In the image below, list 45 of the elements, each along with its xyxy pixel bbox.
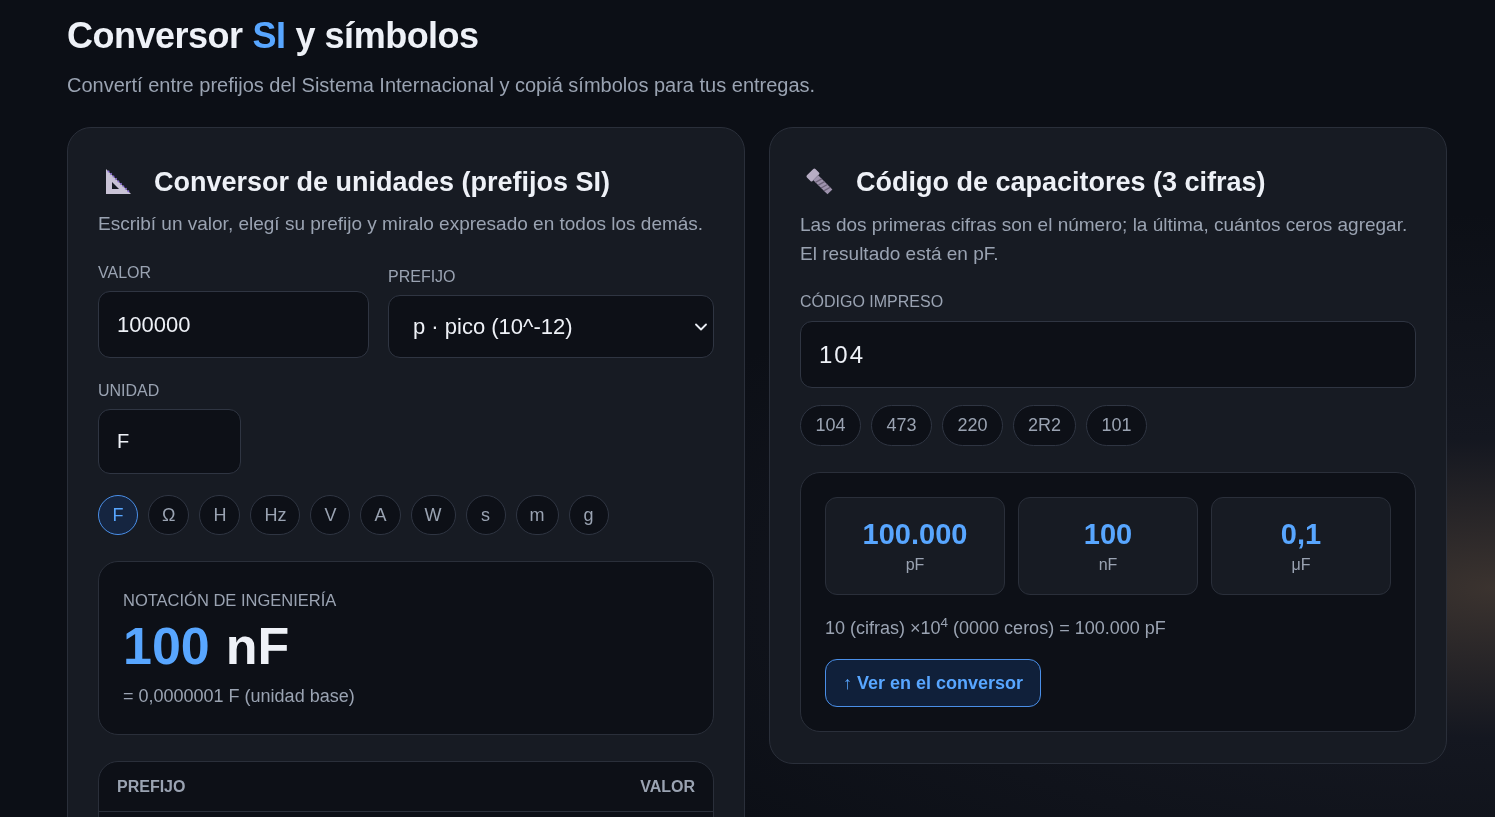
page-title: Conversor SI y símbolos xyxy=(67,14,480,58)
result-unit: pF xyxy=(905,555,925,575)
view-in-converter-button[interactable]: ↑ Ver en el conversor xyxy=(825,659,1042,707)
engineering-unit: nF xyxy=(225,616,290,676)
result-value: 0,1 xyxy=(1280,517,1322,551)
column-header: PREFIJO xyxy=(117,776,186,797)
result-value: 100 xyxy=(1083,517,1133,551)
field-label: PREFIJO xyxy=(388,267,457,287)
result-value: 100.000 xyxy=(862,517,968,551)
field-label: CÓDIGO IMPRESO xyxy=(800,292,945,312)
card-title: Código de capacitores (3 cifras) xyxy=(856,166,1266,198)
card-description: Las dos primeras cifras son el número; la última, cuántos ceros agregar. El resultado está en pF. xyxy=(800,213,1409,266)
formula-text: 10 (cifras) ×10$^{4}$ (0000 ceros) = 100.000 pF xyxy=(825,616,1167,640)
unit-chip[interactable]: m xyxy=(515,495,559,535)
example-code-chip[interactable]: 473 xyxy=(871,405,932,446)
panel-label: NOTACIÓN DE INGENIERÍA xyxy=(123,590,338,610)
card-description: Escribí un valor, elegí su prefijo y miralo expresado en todos los demás. xyxy=(98,212,705,236)
code-input[interactable]: 104 xyxy=(800,321,1416,388)
base-unit-note: = 0,0000001 F (unidad base) xyxy=(123,685,356,708)
card-title: Conversor de unidades (prefijos SI) xyxy=(154,166,611,198)
bolt-icon xyxy=(805,167,835,197)
example-code-chip[interactable]: 220 xyxy=(942,405,1003,446)
unit-chip[interactable]: Ω xyxy=(148,495,190,535)
unit-chip[interactable]: s xyxy=(465,495,506,535)
unit-chip[interactable]: V xyxy=(310,495,351,535)
value-input[interactable]: 100000 xyxy=(98,291,369,358)
unit-chip[interactable]: g xyxy=(568,495,609,535)
column-header: VALOR xyxy=(640,776,695,797)
example-code-chip[interactable]: 101 xyxy=(1086,405,1148,446)
field-label: UNIDAD xyxy=(98,381,161,401)
result-unit: μF xyxy=(1291,555,1311,575)
unit-input[interactable]: F xyxy=(98,409,241,474)
engineering-value: 100 xyxy=(123,616,210,676)
example-code-chip[interactable]: 2R2 xyxy=(1013,405,1077,446)
unit-chip[interactable]: Hz xyxy=(250,495,301,535)
prefix-select[interactable]: p · pico (10^-12) xyxy=(388,295,714,358)
unit-chip[interactable]: H xyxy=(199,495,241,535)
unit-chip[interactable]: W xyxy=(410,495,456,535)
example-code-chip[interactable]: 104 xyxy=(800,405,861,446)
unit-chip[interactable]: A xyxy=(360,495,401,535)
field-label: VALOR xyxy=(98,263,153,283)
page-subtitle: Convertí entre prefijos del Sistema Internacional y copiá símbolos para tus entregas. xyxy=(67,73,817,98)
unit-chip[interactable]: F xyxy=(98,495,138,535)
result-unit: nF xyxy=(1098,555,1118,575)
chevron-down-icon xyxy=(695,322,707,331)
